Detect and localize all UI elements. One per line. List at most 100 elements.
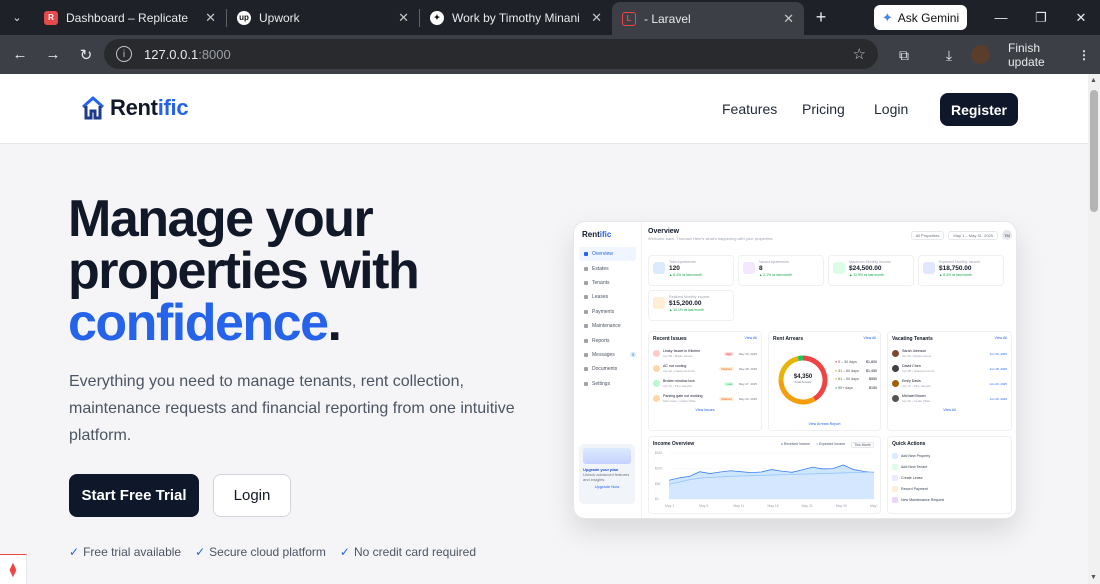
y-tick-label: $10K bbox=[655, 467, 663, 471]
site-logo[interactable]: Rentific bbox=[80, 95, 189, 121]
start-free-trial-button[interactable]: Start Free Trial bbox=[69, 474, 199, 517]
quick-action-icon bbox=[892, 463, 898, 470]
mock-nav-icon bbox=[584, 309, 588, 314]
stat-value: 120 bbox=[669, 265, 680, 272]
address-bar[interactable]: i 127.0.0.1:8000 ☆ bbox=[104, 39, 878, 69]
quick-action-label: New Maintenance Request bbox=[901, 497, 945, 502]
mock-stat-card: Expected Monthly Income $18,750.00 ▲ 8.3% … bbox=[918, 255, 1004, 286]
quick-action-label: Add New Tenant bbox=[901, 464, 928, 469]
extensions-icon[interactable]: ⧉ bbox=[892, 43, 916, 67]
issue-priority-badge: Medium bbox=[719, 396, 734, 401]
income-period-select: This Month bbox=[851, 442, 874, 448]
tab-search-chevron-icon[interactable]: ⌄ bbox=[0, 0, 34, 35]
scrollbar-thumb[interactable] bbox=[1090, 90, 1098, 212]
laravel-debug-icon[interactable]: ⧫ bbox=[0, 554, 27, 584]
laravel-icon: L bbox=[622, 11, 636, 26]
arrears-legend-row: ● 0 – 30 days $1,800 bbox=[835, 358, 877, 367]
download-icon[interactable]: ⤓ bbox=[937, 43, 961, 67]
x-tick-label: May 11 bbox=[733, 504, 744, 508]
issue-text: AC not cooling Apt 4A • Oakwood Arms bbox=[663, 364, 695, 373]
sparkle-icon: ✦ bbox=[430, 10, 444, 25]
feature-label: Secure cloud platform bbox=[209, 545, 326, 559]
mock-nav-icon bbox=[584, 338, 588, 343]
arrears-legend-row: ● 31 – 60 days $1,450 bbox=[835, 367, 877, 376]
check-icon: ✓ bbox=[339, 545, 350, 559]
page-scrollbar[interactable]: ▲ ▼ bbox=[1088, 74, 1100, 584]
browser-tab[interactable]: up Upwork ✕ bbox=[227, 0, 419, 35]
stat-icon bbox=[743, 262, 755, 274]
finish-update-button[interactable]: Finish update ⋮ bbox=[1000, 40, 1090, 69]
x-tick-label: May 21 bbox=[802, 504, 813, 508]
restore-icon[interactable]: ❐ bbox=[1022, 0, 1060, 35]
mock-nav-icon bbox=[584, 295, 588, 300]
new-tab-button[interactable]: + bbox=[804, 0, 838, 35]
stat-trend: ▲ 8.4% vs last month bbox=[669, 273, 702, 277]
nav-link-login[interactable]: Login bbox=[874, 101, 908, 117]
stat-trend: ▲ 12.5% vs last month bbox=[849, 273, 884, 277]
hero-title: Manage your properties with confidence. bbox=[68, 193, 538, 349]
arrears-legend-row: ● 61 – 90 days $950 bbox=[835, 375, 877, 384]
close-tab-icon[interactable]: ✕ bbox=[398, 10, 409, 26]
scroll-up-arrow-icon[interactable]: ▲ bbox=[1090, 77, 1097, 84]
hero-login-button[interactable]: Login bbox=[213, 474, 291, 517]
legend-expected: ● Expected Income bbox=[816, 442, 846, 446]
tab-title: Dashboard – Replicate bbox=[66, 10, 189, 25]
url-host: 127.0.0.1 bbox=[144, 46, 199, 62]
issue-date: May 27, 2025 bbox=[738, 381, 757, 386]
mock-user-avatar: TM bbox=[1002, 230, 1012, 240]
mock-sidebar-item: Maintenance bbox=[579, 319, 636, 333]
finish-update-label: Finish update bbox=[1008, 40, 1045, 69]
site-info-icon[interactable]: i bbox=[116, 46, 132, 62]
window-close-icon[interactable]: ✕ bbox=[1062, 0, 1100, 35]
mock-sidebar-label: Estates bbox=[592, 265, 609, 272]
ask-gemini-label: Ask Gemini bbox=[897, 10, 960, 25]
mock-card-title: Vacating Tenants bbox=[892, 336, 933, 342]
profile-avatar[interactable] bbox=[971, 45, 990, 64]
reload-icon[interactable]: ↻ bbox=[71, 40, 101, 70]
arrears-bucket: 31 – 60 days bbox=[838, 368, 859, 373]
mock-sidebar-label: Messages bbox=[592, 351, 615, 358]
stat-label: Expected Monthly Income bbox=[939, 260, 981, 264]
mock-quick-actions: Quick Actions Add New Property Add New Te… bbox=[887, 436, 1012, 514]
bookmark-star-icon[interactable]: ☆ bbox=[853, 45, 866, 63]
more-menu-icon[interactable]: ⋮ bbox=[1078, 48, 1090, 62]
issue-priority-badge: High bbox=[723, 351, 734, 356]
close-tab-icon[interactable]: ✕ bbox=[591, 10, 602, 26]
hero-title-line: confidence. bbox=[68, 297, 538, 349]
tenant-avatar bbox=[892, 395, 899, 402]
nav-link-pricing[interactable]: Pricing bbox=[802, 101, 845, 117]
issue-row: Parking gate not working Main Gate • Ceda… bbox=[653, 391, 757, 406]
back-arrow-icon[interactable]: ← bbox=[5, 40, 35, 70]
browser-tab[interactable]: ✦ Work by Timothy Minani ✕ bbox=[420, 0, 612, 35]
stat-value: $15,200.00 bbox=[669, 300, 702, 307]
scroll-down-arrow-icon[interactable]: ▼ bbox=[1090, 574, 1097, 581]
tenant-avatar bbox=[892, 365, 899, 372]
building-illustration bbox=[583, 448, 631, 464]
mock-nav-icon bbox=[584, 266, 588, 271]
close-tab-icon[interactable]: ✕ bbox=[783, 11, 794, 27]
mock-sidebar-label: Documents bbox=[592, 366, 618, 373]
issue-date: May 30, 2025 bbox=[738, 351, 757, 356]
check-icon: ✓ bbox=[195, 545, 206, 559]
close-tab-icon[interactable]: ✕ bbox=[205, 10, 216, 26]
nav-link-features[interactable]: Features bbox=[722, 101, 777, 117]
mock-upgrade-link: Upgrade Now bbox=[594, 484, 620, 489]
stat-body: Realized Monthly Income $15,200.00 ▲ 10.1%… bbox=[669, 295, 709, 316]
issue-sub: Apt 2C • Pine Heights bbox=[663, 383, 692, 388]
feature-list: ✓ Free trial available ✓ Secure cloud plat… bbox=[69, 545, 476, 559]
forward-arrow-icon[interactable]: → bbox=[38, 40, 68, 70]
quick-action-icon bbox=[892, 474, 898, 481]
mock-sidebar-label: Reports bbox=[592, 337, 610, 344]
issue-row: AC not cooling Apt 4A • Oakwood Arms Mediu… bbox=[653, 361, 757, 376]
ask-gemini-button[interactable]: ✦ Ask Gemini bbox=[874, 5, 967, 30]
browser-tab-active[interactable]: L - Laravel ✕ bbox=[612, 2, 804, 35]
browser-tab[interactable]: R Dashboard – Replicate ✕ bbox=[34, 0, 226, 35]
minimize-icon[interactable]: — bbox=[982, 0, 1020, 35]
issue-text: Parking gate not working Main Gate • Ceda… bbox=[663, 394, 703, 403]
tenant-row: Michael Brown Apt 4C • Cedar Villas Jun 30… bbox=[892, 391, 1007, 406]
arrears-value: $1,450 bbox=[866, 368, 877, 373]
mock-sidebar-item: Tenants bbox=[579, 276, 636, 290]
register-button[interactable]: Register bbox=[940, 93, 1018, 126]
quick-action-icon bbox=[892, 496, 898, 503]
tenant-text: David Chen Apt 2B • Oakwood Arms bbox=[902, 364, 934, 373]
